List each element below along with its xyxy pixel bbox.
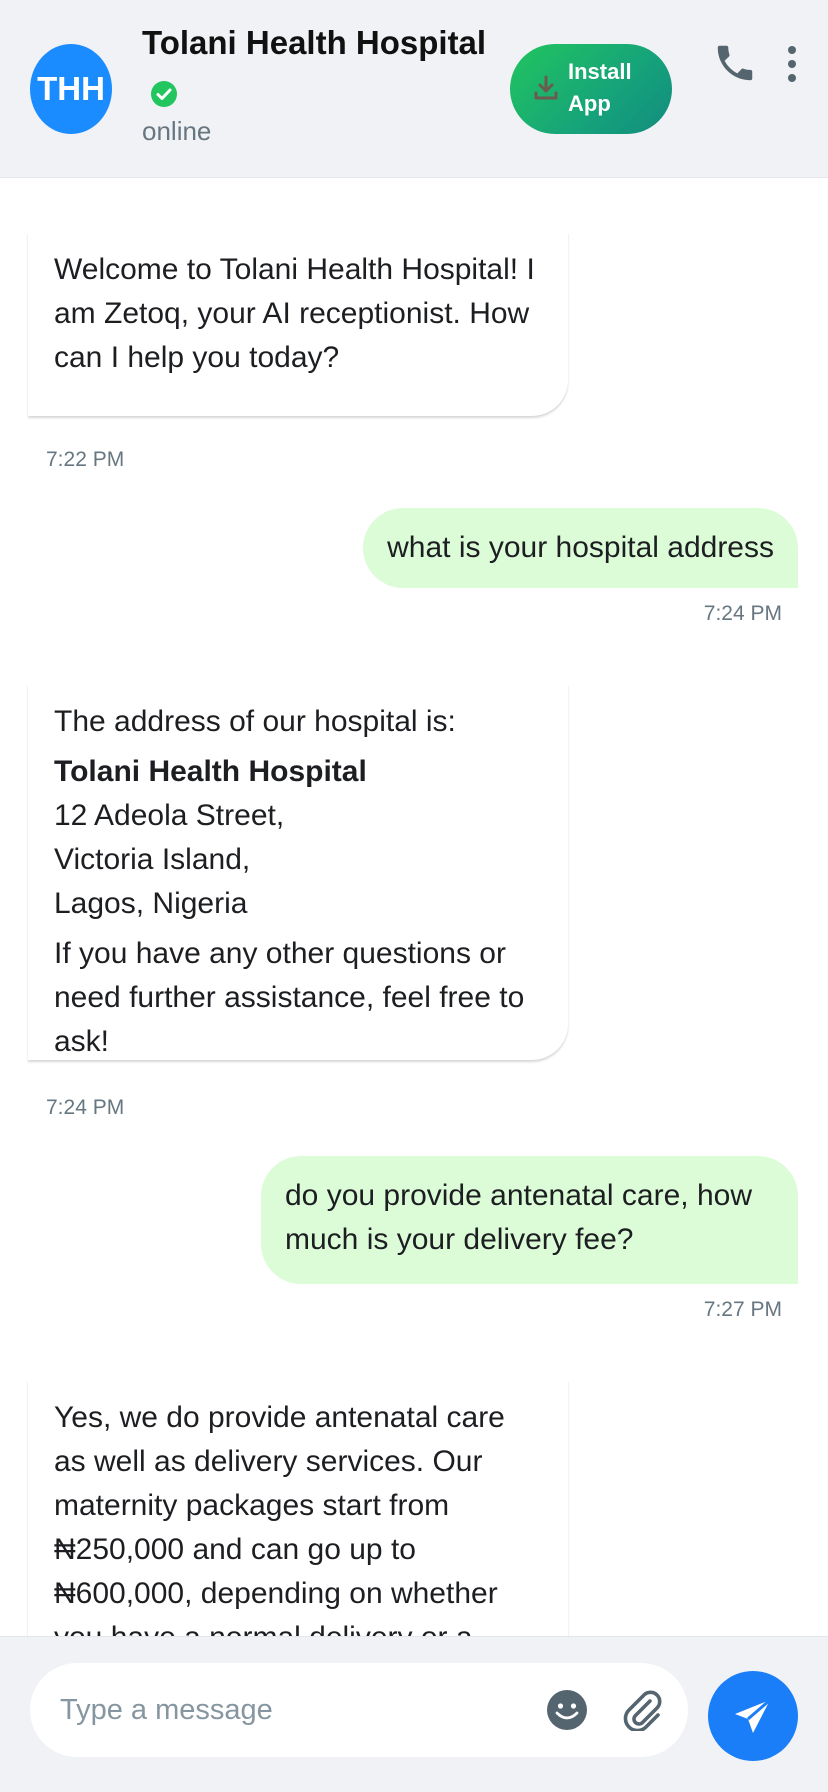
page-title: Tolani Health Hospital <box>142 24 487 61</box>
check-circle-icon <box>151 81 177 107</box>
send-button[interactable] <box>708 1671 798 1761</box>
message-time: 7:24 PM <box>46 1096 125 1119</box>
send-icon <box>735 1698 771 1733</box>
chat-app: THH Tolani Health Hospital online Instal… <box>0 0 828 1792</box>
message-bubble-bot: Welcome to Tolani Health Hospital! I am … <box>28 232 568 416</box>
message-bubble-bot: Yes, we do provide antenatal care as wel… <box>28 1380 568 1636</box>
phone-icon[interactable] <box>712 38 758 88</box>
message-time: 7:22 PM <box>46 448 125 471</box>
status-text: online <box>142 116 212 146</box>
message-bubble-user: what is your hospital address <box>363 508 798 588</box>
address-line: Victoria Island, <box>54 843 251 876</box>
address-line: Lagos, Nigeria <box>54 887 248 920</box>
message-text: The address of our hospital is: <box>54 705 456 738</box>
message-text: Yes, we do provide antenatal care as wel… <box>54 1401 505 1636</box>
download-icon <box>534 75 558 100</box>
message-composer <box>0 1636 828 1792</box>
install-app-label: Install App <box>568 59 632 116</box>
message-input[interactable] <box>30 1663 530 1757</box>
emoji-icon[interactable] <box>546 1689 588 1731</box>
message-bubble-user: do you provide antenatal care, how much … <box>261 1156 798 1284</box>
message-text: do you provide antenatal care, how much … <box>285 1179 752 1256</box>
address-name: Tolani Health Hospital <box>54 755 367 788</box>
message-time: 7:27 PM <box>703 1298 782 1321</box>
message-text: If you have any other questions or need … <box>54 937 525 1058</box>
message-text: Welcome to Tolani Health Hospital! I am … <box>54 253 535 374</box>
message-list[interactable]: Welcome to Tolani Health Hospital! I am … <box>0 178 828 1636</box>
chat-header: THH Tolani Health Hospital online Instal… <box>0 0 828 178</box>
more-vertical-icon[interactable] <box>780 42 804 86</box>
paperclip-icon[interactable] <box>620 1687 664 1731</box>
message-bubble-bot: The address of our hospital is: Tolani H… <box>28 684 568 1060</box>
address-line: 12 Adeola Street, <box>54 799 285 832</box>
message-time: 7:24 PM <box>703 602 782 625</box>
message-text: what is your hospital address <box>387 531 774 564</box>
install-app-button[interactable]: Install App <box>510 44 672 134</box>
avatar[interactable]: THH <box>30 44 112 134</box>
